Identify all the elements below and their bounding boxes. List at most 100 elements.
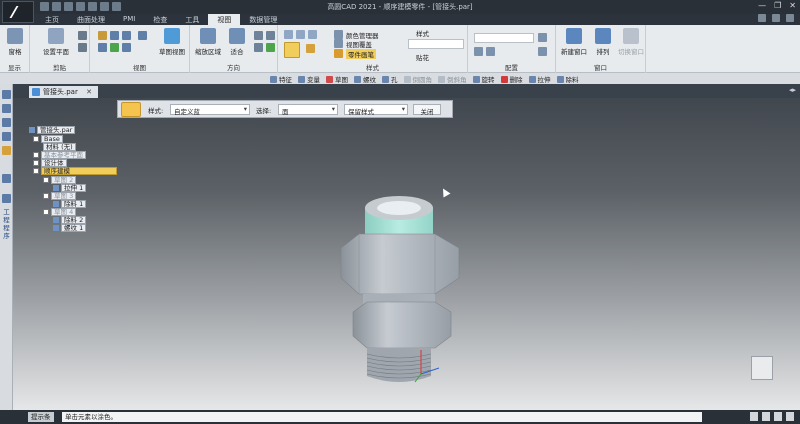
tab-pmi[interactable]: PMI	[114, 14, 144, 25]
view-top-icon[interactable]	[110, 31, 119, 40]
engineering-tab-label[interactable]: 工程程序	[2, 208, 11, 240]
view-right-icon[interactable]	[98, 43, 107, 52]
library-icon[interactable]	[2, 104, 11, 113]
cmd-hole[interactable]: 孔	[382, 74, 398, 84]
style-button[interactable]: 样式	[416, 28, 429, 38]
spin-icon[interactable]	[254, 43, 263, 52]
maximize-button[interactable]: ❐	[774, 1, 781, 10]
part-model[interactable]	[323, 178, 503, 388]
feature-library-icon[interactable]	[2, 146, 11, 155]
config-b-icon[interactable]	[486, 47, 495, 56]
tool-icon[interactable]	[2, 174, 11, 183]
set-plane-button[interactable]: 设置平面	[36, 28, 76, 56]
cmd-variables[interactable]: 变量	[298, 74, 320, 84]
part-painter-button[interactable]: 零件画笔	[346, 49, 376, 59]
view-cube-icon[interactable]	[98, 31, 107, 40]
part-painter-command-icon[interactable]	[121, 102, 141, 117]
config-a-icon[interactable]	[474, 47, 483, 56]
select-type-dropdown[interactable]: 面	[278, 104, 338, 116]
shade-icon[interactable]	[284, 30, 293, 39]
tab-data-management[interactable]: 数据管理	[240, 14, 286, 25]
view-back-icon[interactable]	[122, 43, 131, 52]
config-save-icon[interactable]	[538, 33, 547, 42]
tree-item-ref-planes[interactable]: 基本参考平面	[33, 151, 86, 159]
close-tab-icon[interactable]: ✕	[86, 88, 92, 96]
view-iso-icon[interactable]	[110, 43, 119, 52]
graphics-viewport[interactable]: 样式: 自定义蓝 选择: 面 保留样式 关闭 管接头.par Base 材料 (…	[13, 98, 800, 410]
view-front-icon[interactable]	[122, 31, 131, 40]
view-save-icon[interactable]	[138, 31, 147, 40]
app-logo-icon[interactable]	[2, 1, 34, 23]
tree-item-design-body[interactable]: 设计体	[33, 159, 67, 167]
checkbox[interactable]	[33, 160, 39, 166]
view-cube-icon[interactable]	[751, 356, 773, 380]
tab-home[interactable]: 主页	[36, 14, 68, 25]
checkbox[interactable]	[43, 177, 49, 183]
tab-view[interactable]: 视图	[208, 14, 241, 25]
rotate-icon[interactable]	[254, 31, 263, 40]
fit-button[interactable]: 适合	[224, 28, 250, 56]
view-override-button[interactable]: 视图覆盖	[346, 39, 372, 49]
pathfinder-icon[interactable]	[2, 90, 11, 99]
switch-window-button[interactable]: 切换窗口	[616, 28, 646, 56]
tab-inspect[interactable]: 检查	[144, 14, 176, 25]
section-icon[interactable]	[78, 43, 87, 52]
layers-icon[interactable]	[2, 118, 11, 127]
pan-icon[interactable]	[266, 31, 275, 40]
settings-icon[interactable]	[772, 14, 780, 22]
cmd-sketch[interactable]: 草图	[326, 74, 348, 84]
checkbox[interactable]	[43, 193, 49, 199]
arrange-button[interactable]: 排列	[590, 28, 616, 56]
style-select[interactable]: 自定义蓝	[170, 104, 250, 116]
tree-item-sketch-4[interactable]: 草图 4	[43, 208, 77, 216]
tree-item-ordered[interactable]: 顺序建模	[33, 167, 117, 175]
tree-item-cutout-2[interactable]: 除料 2	[53, 216, 87, 224]
lower-hex-nut[interactable]	[352, 301, 452, 349]
config-c-icon[interactable]	[538, 47, 547, 56]
tree-item-sketch-3[interactable]: 草图 3	[43, 192, 77, 200]
sketch-view-button[interactable]: 草图视图	[156, 28, 188, 56]
palette-icon[interactable]	[334, 49, 343, 58]
zoom-status-icon[interactable]	[762, 412, 770, 421]
checkbox[interactable]	[33, 152, 39, 158]
new-window-button[interactable]: 新建窗口	[558, 28, 590, 56]
view-override-icon[interactable]	[334, 39, 343, 48]
input-method-icon[interactable]	[750, 412, 758, 421]
style-dropdown[interactable]	[408, 39, 464, 49]
snap-icon[interactable]	[774, 412, 782, 421]
cmd-extrude[interactable]: 拉伸	[528, 74, 551, 84]
tab-surfacing[interactable]: 曲面处理	[68, 14, 114, 25]
decal-button[interactable]: 贴花	[416, 52, 429, 62]
checkbox[interactable]	[33, 168, 39, 174]
tree-item-sketch-2[interactable]: 草图 2	[43, 176, 77, 184]
cmd-chamfer[interactable]: 倒斜角	[438, 74, 467, 84]
engineering-icon[interactable]	[2, 194, 11, 203]
cmd-round[interactable]: 倒圆角	[403, 74, 432, 84]
collapse-ribbon-icon[interactable]	[786, 14, 794, 22]
cmd-thread[interactable]: 螺纹	[354, 74, 376, 84]
cmd-feature[interactable]: 特征	[270, 74, 292, 84]
edges-icon[interactable]	[308, 30, 317, 39]
close-button[interactable]: ✕	[789, 1, 796, 10]
tree-item-cutout-1[interactable]: 除料 1	[53, 200, 87, 208]
document-list-icon[interactable]: ◂▸	[789, 86, 796, 94]
cube-icon[interactable]	[306, 44, 315, 53]
minimize-button[interactable]: —	[758, 1, 766, 10]
cmd-delete[interactable]: 删除	[500, 74, 523, 84]
tree-item-thread-1[interactable]: 螺纹 1	[53, 224, 87, 232]
tree-item-material[interactable]: 材料 (无)	[43, 143, 76, 151]
grid-icon[interactable]	[786, 412, 794, 421]
color-manager-icon[interactable]	[334, 30, 343, 39]
cmd-revolve[interactable]: 旋转	[472, 74, 495, 84]
config-input[interactable]	[474, 33, 534, 43]
zoom-area-button[interactable]: 缩放区域	[192, 28, 224, 56]
checkbox[interactable]	[33, 136, 39, 142]
tree-root[interactable]: 管接头.par	[29, 126, 76, 134]
document-tab[interactable]: 管接头.par ✕	[29, 86, 98, 98]
tab-tools[interactable]: 工具	[176, 14, 208, 25]
family-icon[interactable]	[2, 132, 11, 141]
help-icon[interactable]	[758, 14, 766, 22]
wireframe-icon[interactable]	[296, 30, 305, 39]
tree-item-extrude-1[interactable]: 拉伸 1	[53, 184, 87, 192]
tree-item-base[interactable]: Base	[33, 135, 63, 143]
